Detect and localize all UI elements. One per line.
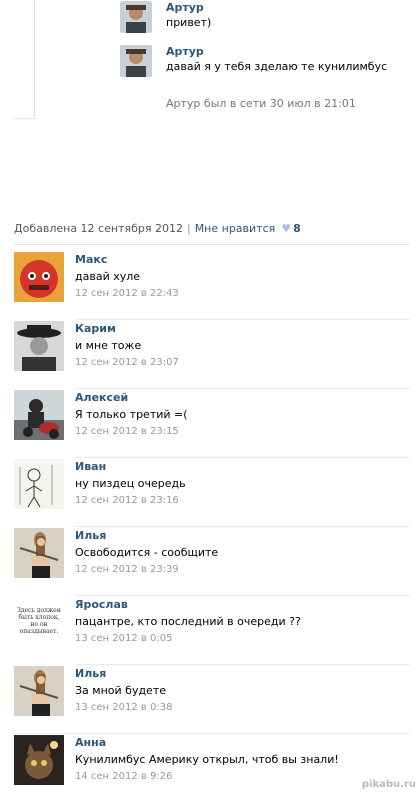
message-author[interactable]: Артур xyxy=(166,45,204,58)
comment-author[interactable]: Алексей xyxy=(75,391,128,404)
comment-author[interactable]: Илья xyxy=(75,529,106,542)
online-status: Артур был в сети 30 июл в 21:01 xyxy=(166,97,356,110)
post-meta: Добавлена 12 сентября 2012 | Мне нравится ♥… xyxy=(14,222,301,235)
comment-text: Освободится - сообщите xyxy=(75,546,219,559)
comment-text: Я только третий =( xyxy=(75,408,188,421)
like-button[interactable]: Мне нравится xyxy=(195,222,276,235)
message-text: давай я у тебя зделаю те кунилимбус xyxy=(166,60,388,73)
avatar[interactable] xyxy=(120,45,152,77)
separator: | xyxy=(186,222,191,235)
comment: Иван ну пиздец очередь 12 сен 2012 в 23:… xyxy=(14,459,410,527)
like-count[interactable]: 8 xyxy=(293,222,301,235)
avatar[interactable] xyxy=(14,390,64,440)
comment-date[interactable]: 13 сен 2012 в 0:38 xyxy=(75,702,172,713)
comment-text: давай хуле xyxy=(75,270,141,283)
comment: Илья За мной будете 13 сен 2012 в 0:38 xyxy=(14,666,410,734)
avatar[interactable] xyxy=(14,459,64,509)
comment-date[interactable]: 12 сен 2012 в 23:07 xyxy=(75,357,179,368)
comment-date[interactable]: 12 сен 2012 в 22:43 xyxy=(75,288,179,299)
comment-author[interactable]: Илья xyxy=(75,667,106,680)
comment-date[interactable]: 14 сен 2012 в 9:26 xyxy=(75,771,172,782)
comment-text: пацантре, кто последний в очереди ?? xyxy=(75,615,301,628)
avatar[interactable]: Здесь должен быть хлопок, но он опаздыва… xyxy=(14,597,64,647)
comment: Алексей Я только третий =( 12 сен 2012 в… xyxy=(14,390,410,458)
divider xyxy=(75,526,410,527)
divider xyxy=(14,733,410,734)
comment: Макс давай хуле 12 сен 2012 в 22:43 xyxy=(14,252,410,320)
message-text: привет) xyxy=(166,16,212,29)
comment-author[interactable]: Макс xyxy=(75,253,107,266)
divider xyxy=(75,319,410,320)
comment-date[interactable]: 12 сен 2012 в 23:39 xyxy=(75,564,179,575)
message-author[interactable]: Артур xyxy=(166,1,204,14)
comment: Анна Кунилимбус Америку открыл, чтоб вы … xyxy=(14,735,410,803)
comment-author[interactable]: Иван xyxy=(75,460,106,473)
avatar[interactable] xyxy=(14,666,64,716)
divider xyxy=(14,244,410,245)
comment: Карим и мне тоже 12 сен 2012 в 23:07 xyxy=(14,321,410,389)
comment-text: и мне тоже xyxy=(75,339,142,352)
divider xyxy=(75,664,410,665)
watermark: pikabu.ru xyxy=(361,779,416,790)
avatar[interactable] xyxy=(14,735,64,785)
comment-date[interactable]: 12 сен 2012 в 23:15 xyxy=(75,426,179,437)
avatar[interactable] xyxy=(14,321,64,371)
comment-text: Кунилимбус Америку открыл, чтоб вы знали… xyxy=(75,753,339,766)
comment-text: ну пиздец очередь xyxy=(75,477,186,490)
comment-date[interactable]: 13 сен 2012 в 0:05 xyxy=(75,633,172,644)
comment-text: За мной будете xyxy=(75,684,166,697)
comment-author[interactable]: Ярослав xyxy=(75,598,128,611)
comment: Здесь должен быть хлопок, но он опаздыва… xyxy=(14,597,410,665)
divider xyxy=(75,457,410,458)
divider xyxy=(75,595,410,596)
avatar[interactable] xyxy=(120,1,152,33)
comment-date[interactable]: 12 сен 2012 в 23:16 xyxy=(75,495,179,506)
avatar[interactable] xyxy=(14,528,64,578)
comment-author[interactable]: Анна xyxy=(75,736,106,749)
divider xyxy=(75,388,410,389)
dialog-thread-line xyxy=(34,0,35,118)
heart-icon[interactable]: ♥ xyxy=(281,222,291,235)
comment: Илья Освободится - сообщите 12 сен 2012 … xyxy=(14,528,410,596)
avatar-caption: Здесь должен быть хлопок, но он опаздыва… xyxy=(17,607,61,635)
comment-author[interactable]: Карим xyxy=(75,322,116,335)
avatar[interactable] xyxy=(14,252,64,302)
post-date: Добавлена 12 сентября 2012 xyxy=(14,222,183,235)
divider xyxy=(14,118,36,119)
